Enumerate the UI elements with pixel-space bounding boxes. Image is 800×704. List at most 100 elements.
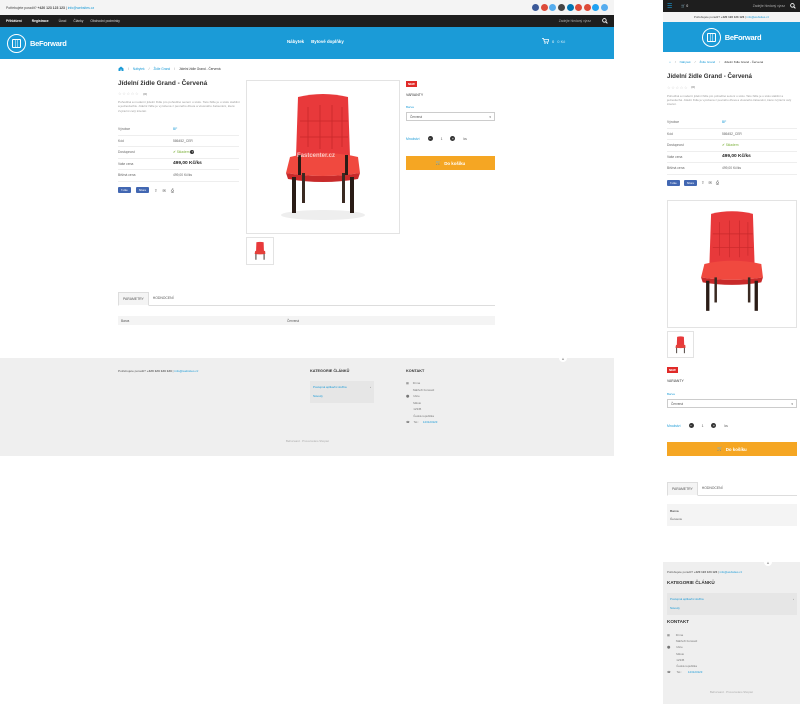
- mobile-cat-list: Postupná aplikační služba › Návody: [667, 593, 797, 615]
- share-row: f Like Share ⇪ ✉ ⎙: [118, 187, 174, 193]
- minus-icon[interactable]: −: [688, 423, 694, 428]
- quantity-stepper: Množství − 1 + ks: [406, 136, 467, 141]
- search-icon[interactable]: [602, 18, 608, 24]
- site-logo[interactable]: BeForward: [701, 27, 762, 47]
- spec-label: Vaše cena: [118, 161, 134, 166]
- plus-icon[interactable]: +: [711, 423, 717, 428]
- tab-reviews[interactable]: HODNOCENÍ: [698, 482, 727, 495]
- minus-icon[interactable]: −: [427, 136, 433, 141]
- nav-link-terms[interactable]: Obchodní podmínky: [90, 19, 120, 23]
- print-icon[interactable]: ⎙: [171, 188, 174, 193]
- mobile-specs: Výrobce BF Kód 586452_CER Dostupnost ✔ Skla…: [667, 117, 797, 175]
- plus-icon[interactable]: +: [450, 136, 456, 141]
- social-icon[interactable]: [540, 4, 548, 11]
- tab-parameters[interactable]: PARAMETRY: [118, 292, 149, 306]
- menu-item-furniture[interactable]: Nábytek: [287, 39, 304, 44]
- mobile-view: ☰ 🛒 0 Zadejte hledaný výraz Potřebujete …: [663, 0, 800, 704]
- social-icon[interactable]: [575, 4, 583, 11]
- social-icon[interactable]: [566, 4, 574, 11]
- fb-share-button[interactable]: Share: [683, 180, 698, 186]
- fb-share-button[interactable]: Share: [135, 187, 150, 193]
- footer-cat-item[interactable]: Postupná aplikační služba ›: [670, 595, 794, 604]
- search-icon[interactable]: [790, 3, 796, 9]
- search-input[interactable]: Zadejte hledaný výraz: [559, 19, 591, 23]
- new-badge: NEW: [406, 81, 417, 87]
- site-header: BeForward Nábytek Bytové doplňky 0 0 Kč: [0, 27, 614, 59]
- search-box[interactable]: Zadejte hledaný výraz: [559, 18, 608, 24]
- spec-value-code: 586452_CER: [173, 138, 193, 143]
- spec-value-regular-price: 499,00 Kč/ks: [173, 173, 193, 178]
- mobile-breadcrumb: ⌂ / Nábytek / Židle Grand / Jídelní židle Gran…: [669, 60, 764, 64]
- mobile-tabs: PARAMETRY HODNOCENÍ: [667, 482, 797, 496]
- menu-item-home-decor[interactable]: Bytové doplňky: [311, 39, 344, 44]
- copyright: BeForward · Provozováno Shoptet: [286, 439, 329, 443]
- footer-email[interactable]: info@websites.cz: [174, 369, 198, 373]
- mobile-rating[interactable]: ☆☆☆☆☆ (0): [667, 85, 695, 90]
- color-select-value: Červená: [410, 114, 423, 119]
- footer-cat-item[interactable]: Návody: [313, 392, 371, 401]
- social-icon[interactable]: [592, 4, 600, 11]
- product-specs: Výrobce BF Kód 586452_CER Dostupnost ✔ Skla…: [118, 124, 239, 182]
- footer-cat-item[interactable]: Postupná aplikační služba ›: [313, 383, 371, 392]
- tab-parameters[interactable]: PARAMETRY: [667, 482, 698, 496]
- spec-row: Dostupnost ✔ Skladem ?: [118, 147, 239, 159]
- register-link[interactable]: Registrace: [32, 19, 49, 23]
- hamburger-menu-icon[interactable]: ☰: [667, 3, 672, 10]
- spec-row: Běžná cena 499,00 Kč/ks: [118, 170, 239, 182]
- mobile-address: ▦ Firma Nábřeží Forward ⬤ Ulice Město 12345 Če…: [667, 633, 703, 675]
- footer-phone[interactable]: 123123123: [423, 419, 437, 426]
- variants-label: VARIANTY: [406, 93, 424, 97]
- cart-count: 0: [552, 38, 555, 44]
- rating[interactable]: ☆☆☆☆☆ (0): [118, 91, 147, 96]
- add-to-cart-button[interactable]: 🛒 Do košíku: [406, 156, 495, 170]
- nav-link-articles[interactable]: Články: [73, 19, 83, 23]
- social-icon[interactable]: [583, 4, 591, 11]
- home-icon[interactable]: [118, 66, 124, 71]
- social-icon[interactable]: [558, 4, 566, 11]
- fb-like-button[interactable]: f Like: [667, 180, 680, 186]
- mobile-cart[interactable]: 🛒 0: [681, 4, 688, 8]
- home-icon[interactable]: ⌂: [669, 60, 671, 64]
- contact-email[interactable]: info@websites.cz: [68, 6, 94, 10]
- footer-contact-heading: KONTAKT: [406, 369, 425, 373]
- contact-phone[interactable]: +420 123 123 123: [38, 6, 65, 10]
- mobile-add-to-cart-button[interactable]: 🛒 Do košíku: [667, 442, 797, 456]
- mobile-share: f Like Share ⇪ ✉ ⎙: [667, 180, 719, 186]
- tab-reviews[interactable]: HODNOCENÍ: [149, 292, 178, 305]
- logo-mark-icon: [701, 27, 721, 47]
- nav-link-intro[interactable]: Úvod: [59, 19, 67, 23]
- scroll-top-icon[interactable]: ▲: [559, 354, 567, 362]
- breadcrumb-item[interactable]: Židle Grand: [153, 67, 170, 71]
- logo-text: BeForward: [30, 38, 67, 48]
- login-link[interactable]: Přihlášení: [6, 19, 22, 23]
- email-icon[interactable]: ✉: [163, 188, 166, 193]
- scroll-top-icon[interactable]: ▲: [764, 558, 772, 566]
- mobile-thumbnail[interactable]: [667, 331, 694, 358]
- mobile-product-image[interactable]: [667, 200, 797, 328]
- breadcrumb-item[interactable]: Nábytek: [133, 67, 145, 71]
- breadcrumb: / Nábytek / Židle Grand / Jídelní židle Gra…: [118, 66, 221, 71]
- social-icon[interactable]: [532, 4, 540, 11]
- cart-widget[interactable]: 0 0 Kč: [542, 38, 565, 44]
- mobile-header: BeForward: [663, 22, 800, 52]
- social-icon[interactable]: [601, 4, 608, 11]
- help-icon[interactable]: ?: [190, 150, 195, 155]
- rating-stars-icon[interactable]: ☆☆☆☆☆: [118, 91, 139, 96]
- thumbnail[interactable]: [246, 237, 274, 265]
- fb-like-button[interactable]: f Like: [118, 187, 131, 193]
- qty-input[interactable]: 1: [441, 137, 443, 141]
- share-icon[interactable]: ⇪: [154, 188, 157, 193]
- color-label: Barva: [406, 105, 414, 109]
- social-icon[interactable]: [549, 4, 557, 11]
- chair-image: [701, 211, 763, 311]
- mobile-search-input[interactable]: Zadejte hledaný výraz: [753, 4, 785, 8]
- mobile-footer: ▲ Potřebujete poradit? +420 123 123 123 …: [663, 558, 800, 704]
- site-logo[interactable]: BeForward: [7, 33, 67, 53]
- color-select[interactable]: Červená ▾: [406, 112, 495, 121]
- cart-icon: 🛒: [435, 160, 442, 165]
- spec-value-manufacturer[interactable]: BF: [173, 127, 177, 131]
- footer-cat-item[interactable]: Návody: [670, 604, 794, 613]
- top-contact-bar: Potřebujete poradit? +420 123 123 123 | …: [0, 0, 614, 15]
- param-row: Barva Červená: [118, 316, 495, 325]
- mobile-color-select[interactable]: Červená ▾: [667, 399, 797, 408]
